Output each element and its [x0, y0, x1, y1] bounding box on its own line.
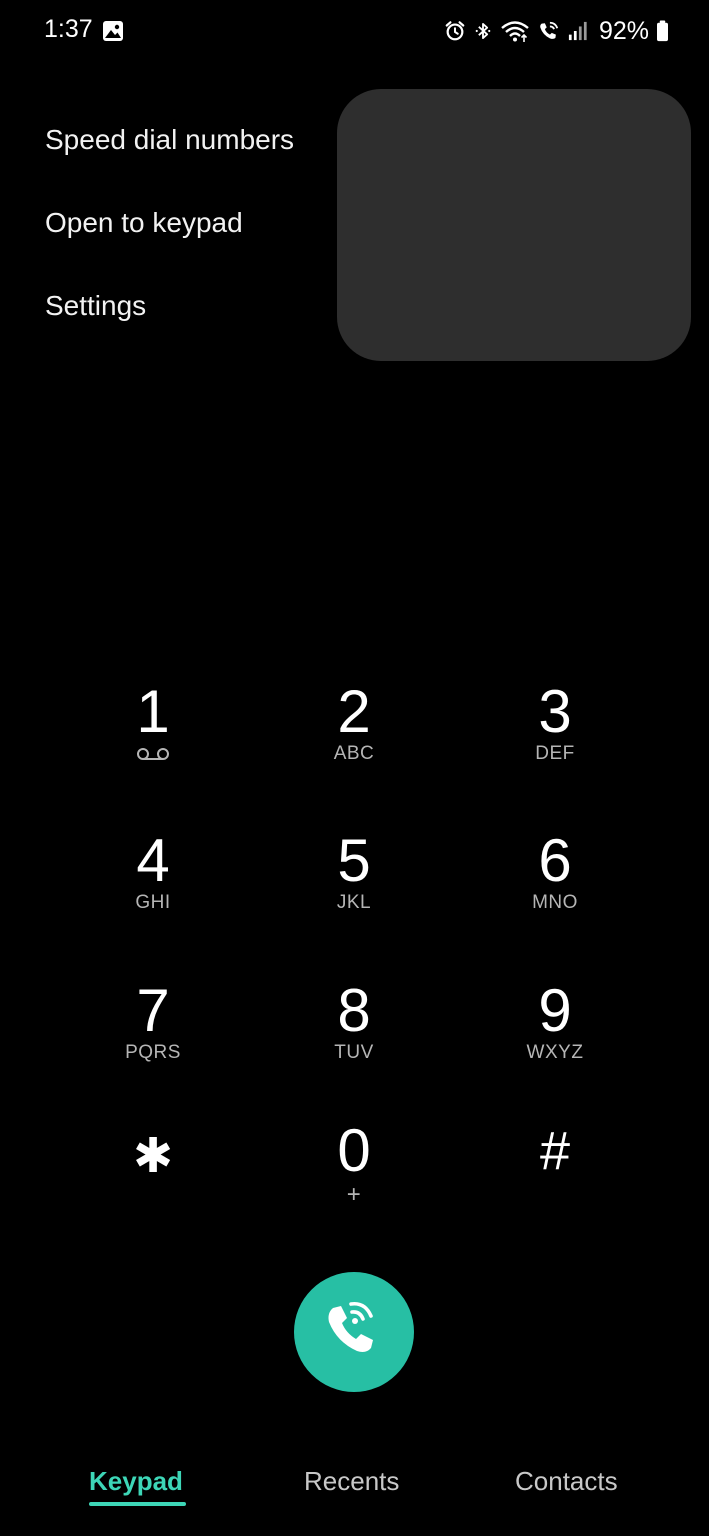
key-digit: 4 [136, 827, 170, 894]
key-digit: 1 [136, 678, 170, 745]
gallery-icon [103, 21, 123, 41]
key-digit: 8 [337, 977, 371, 1044]
key-digit: 7 [136, 977, 170, 1044]
key-digit: # [539, 1121, 571, 1181]
key-0[interactable]: 0 + [269, 1121, 439, 1231]
tab-keypad[interactable]: Keypad [89, 1466, 183, 1497]
bluetooth-icon [475, 23, 491, 39]
battery-icon [657, 20, 668, 42]
wifi-calling-icon [540, 21, 559, 39]
key-6[interactable]: 6 MNO [470, 831, 640, 941]
key-7[interactable]: 7 PQRS [68, 981, 238, 1091]
key-digit: 0 [337, 1117, 371, 1184]
key-9[interactable]: 9 WXYZ [470, 981, 640, 1091]
key-letters: ABC [333, 743, 375, 764]
menu-item-settings[interactable]: Settings [45, 290, 146, 322]
voicemail-icon [137, 748, 169, 760]
key-letters: JKL [336, 892, 372, 913]
signal-icon [568, 21, 587, 41]
key-3[interactable]: 3 DEF [470, 682, 640, 792]
key-letters: GHI [135, 892, 171, 913]
key-digit: 6 [538, 827, 572, 894]
key-digit: ✱ [132, 1130, 174, 1183]
key-2[interactable]: 2 ABC [269, 682, 439, 792]
tab-contacts[interactable]: Contacts [515, 1466, 618, 1497]
key-5[interactable]: 5 JKL [269, 831, 439, 941]
key-digit: 5 [337, 827, 371, 894]
key-digit: 3 [538, 678, 572, 745]
key-letters: MNO [532, 892, 578, 913]
key-letters: WXYZ [526, 1042, 584, 1063]
wifi-call-icon [328, 1301, 373, 1352]
menu-item-open-to-keypad[interactable]: Open to keypad [45, 207, 243, 239]
menu-item-speed-dial[interactable]: Speed dial numbers [45, 124, 294, 156]
overflow-menu [337, 89, 691, 361]
battery-percentage: 92% [598, 16, 649, 45]
key-letters: DEF [535, 743, 575, 764]
key-hash[interactable]: # [470, 1121, 640, 1231]
call-button[interactable] [294, 1272, 414, 1392]
key-8[interactable]: 8 TUV [269, 981, 439, 1091]
key-star[interactable]: ✱ [68, 1121, 238, 1231]
key-letters: PQRS [125, 1042, 181, 1063]
key-digit: 2 [337, 678, 371, 745]
key-letters: TUV [334, 1042, 374, 1063]
wifi-icon [501, 21, 529, 42]
tab-recents[interactable]: Recents [304, 1466, 399, 1497]
status-time: 1:37 [44, 15, 93, 43]
status-icons: 92% [444, 14, 669, 48]
key-4[interactable]: 4 GHI [68, 831, 238, 941]
status-bar: 1:37 92% [0, 0, 709, 64]
key-1[interactable]: 1 [68, 682, 238, 792]
key-digit: 9 [538, 977, 572, 1044]
alarm-icon [445, 21, 465, 41]
active-tab-indicator [89, 1502, 186, 1506]
key-letters: + [346, 1181, 362, 1208]
